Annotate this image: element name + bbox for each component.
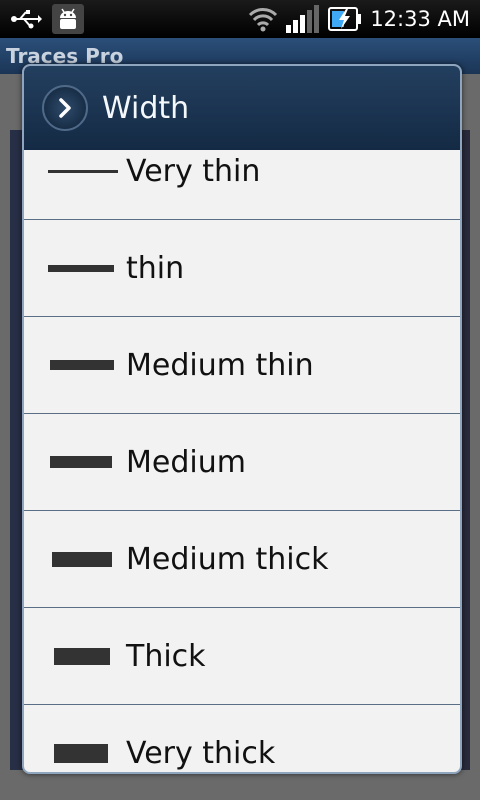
line-width-sample [52, 551, 112, 567]
line-width-sample [54, 647, 110, 665]
list-item-label: Medium thick [126, 541, 329, 577]
width-options-list[interactable]: Very thin thin Medium thin Medium Medium… [24, 150, 460, 772]
status-time: 12:33 AM [370, 7, 470, 31]
status-bar: 12:33 AM [0, 0, 480, 38]
list-item-label: Medium [126, 444, 246, 480]
list-item-label: thin [126, 250, 185, 286]
chevron-right-icon [42, 85, 88, 131]
list-item-medium[interactable]: Medium [24, 414, 460, 511]
signal-icon [286, 5, 320, 33]
width-dialog: Width Very thin thin Medium thin Medium … [22, 64, 462, 774]
list-item-very-thin[interactable]: Very thin [24, 150, 460, 220]
list-item-label: Very thick [126, 736, 276, 771]
line-width-sample [50, 360, 114, 370]
wifi-icon [248, 6, 278, 32]
line-width-sample [50, 456, 112, 468]
list-item-very-thick[interactable]: Very thick [24, 705, 460, 772]
android-debug-icon [52, 4, 84, 34]
line-width-sample [54, 744, 108, 763]
list-item-thin[interactable]: thin [24, 220, 460, 317]
list-item-label: Medium thin [126, 347, 314, 383]
list-item-thick[interactable]: Thick [24, 608, 460, 705]
battery-charging-icon [328, 5, 362, 33]
line-width-sample [48, 264, 114, 272]
list-item-medium-thick[interactable]: Medium thick [24, 511, 460, 608]
list-item-label: Thick [126, 638, 206, 674]
dialog-title: Width [102, 90, 190, 126]
list-item-label: Very thin [126, 153, 261, 189]
list-item-medium-thin[interactable]: Medium thin [24, 317, 460, 414]
line-width-sample [48, 169, 118, 173]
dialog-header: Width [24, 66, 460, 150]
usb-icon [10, 8, 42, 30]
